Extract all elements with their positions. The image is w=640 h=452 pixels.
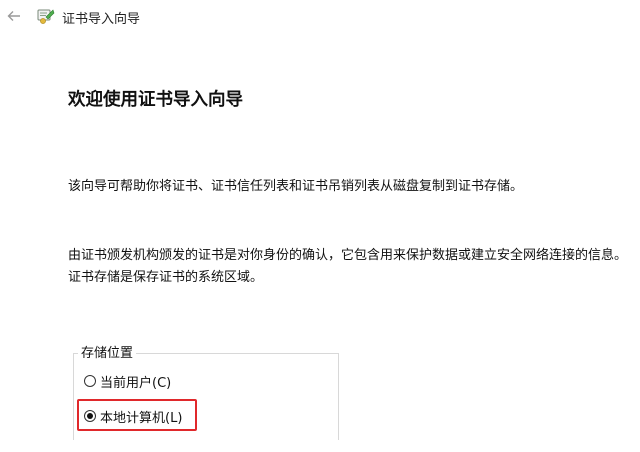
window-title: 证书导入向导 [62, 12, 141, 27]
wizard-description: 该向导可帮助你将证书、证书信任列表和证书吊销列表从磁盘复制到证书存储。 [68, 179, 524, 194]
radio-button-unchecked-icon[interactable] [84, 375, 96, 387]
certificate-icon [37, 9, 55, 24]
back-button[interactable] [4, 6, 24, 26]
highlight-annotation-box [77, 399, 197, 431]
store-location-legend: 存储位置 [78, 342, 137, 361]
certificate-explanation: 由证书颁发机构颁发的证书是对你身份的确认，它包含用来保护数据或建立安全网络连接的… [68, 248, 628, 285]
arrow-left-icon [7, 11, 20, 21]
radio-current-user[interactable]: 当前用户(C) [84, 372, 172, 391]
page-heading: 欢迎使用证书导入向导 [68, 90, 243, 110]
radio-current-user-label: 当前用户(C) [100, 375, 172, 391]
title-bar: 证书导入向导 [0, 0, 640, 34]
